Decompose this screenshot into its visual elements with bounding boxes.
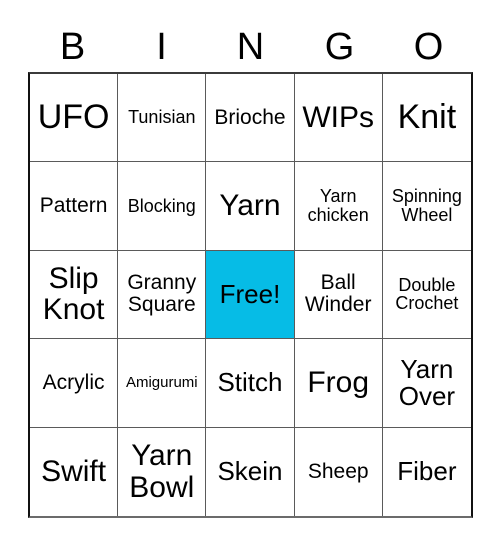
bingo-cell[interactable]: Sheep (294, 427, 383, 516)
bingo-cell[interactable]: Tunisian (118, 74, 207, 163)
bingo-cell[interactable]: Blocking (118, 162, 207, 251)
bingo-cell-label: Yarn (219, 189, 281, 223)
bingo-cell[interactable]: Pattern (30, 162, 119, 251)
bingo-header-letter-n: N (236, 26, 265, 68)
bingo-cell[interactable]: Acrylic (30, 339, 119, 428)
bingo-cell-label: Slip Knot (42, 261, 105, 327)
bingo-cell-label: Yarn chicken (307, 186, 369, 226)
bingo-grid: UFO Tunisian Brioche WIPs Knit Pattern Blockin… (28, 72, 473, 518)
bingo-cell-label: Granny Square (127, 271, 197, 317)
bingo-cell[interactable]: Frog (294, 339, 383, 428)
bingo-cell-label: Acrylic (42, 370, 105, 394)
bingo-cell-label: Spinning Wheel (391, 186, 462, 226)
bingo-header-letter-b: B (59, 26, 86, 68)
bingo-cell-label: Brioche (214, 105, 286, 129)
bingo-cell[interactable]: Swift (30, 427, 119, 516)
bingo-cell[interactable]: Double Crochet (382, 250, 471, 340)
bingo-cell-label: Sheep (307, 459, 369, 483)
bingo-cell-label: Amigurumi (125, 374, 198, 392)
bingo-cell[interactable]: Amigurumi (118, 339, 207, 428)
bingo-cell[interactable]: Knit (382, 74, 471, 163)
bingo-cell[interactable]: Fiber (382, 427, 471, 516)
bingo-cell-label: Knit (397, 97, 457, 136)
bingo-cell[interactable]: Yarn Bowl (118, 427, 207, 516)
bingo-cell[interactable]: Yarn chicken (294, 162, 383, 251)
bingo-cell[interactable]: Skein (206, 427, 295, 516)
bingo-cell[interactable]: UFO (30, 74, 119, 163)
bingo-cell-label: Pattern (39, 194, 108, 218)
bingo-header-row: B I N G O (28, 22, 473, 72)
bingo-cell[interactable]: Spinning Wheel (382, 162, 471, 251)
bingo-cell-label: Yarn Over (398, 353, 456, 411)
bingo-cell-free[interactable]: Free! (206, 250, 295, 340)
bingo-cell-label: Ball Winder (304, 271, 372, 317)
bingo-cell-label: Swift (41, 455, 107, 489)
bingo-cell[interactable]: Slip Knot (30, 250, 119, 340)
bingo-cell-label: Blocking (127, 195, 196, 216)
bingo-cell-label: Tunisian (128, 107, 196, 128)
bingo-cell[interactable]: Ball Winder (294, 250, 383, 340)
bingo-header-letter-o: O (413, 26, 444, 68)
bingo-cell[interactable]: Yarn Over (382, 339, 471, 428)
bingo-cell[interactable]: Stitch (206, 339, 295, 428)
bingo-cell-label: Double Crochet (395, 274, 459, 314)
bingo-cell-label: WIPs (302, 100, 375, 134)
bingo-cell-label: Fiber (397, 456, 457, 487)
bingo-cell-label: Yarn Bowl (129, 439, 195, 504)
bingo-cell[interactable]: Yarn (206, 162, 295, 251)
bingo-cell[interactable]: Brioche (206, 74, 295, 163)
bingo-cell-label: Skein (217, 456, 283, 487)
bingo-cell[interactable]: Granny Square (118, 250, 207, 340)
bingo-cell-label: UFO (37, 97, 110, 136)
bingo-header-letter-g: G (324, 26, 355, 68)
bingo-cell-label: Frog (307, 366, 370, 400)
bingo-header-letter-i: I (156, 26, 167, 68)
bingo-cell[interactable]: WIPs (294, 74, 383, 163)
bingo-cell-label: Free! (219, 278, 281, 309)
bingo-card: B I N G O UFO Tunisian Brioche WIPs Knit Patt… (0, 0, 500, 544)
bingo-cell-label: Stitch (217, 367, 283, 398)
